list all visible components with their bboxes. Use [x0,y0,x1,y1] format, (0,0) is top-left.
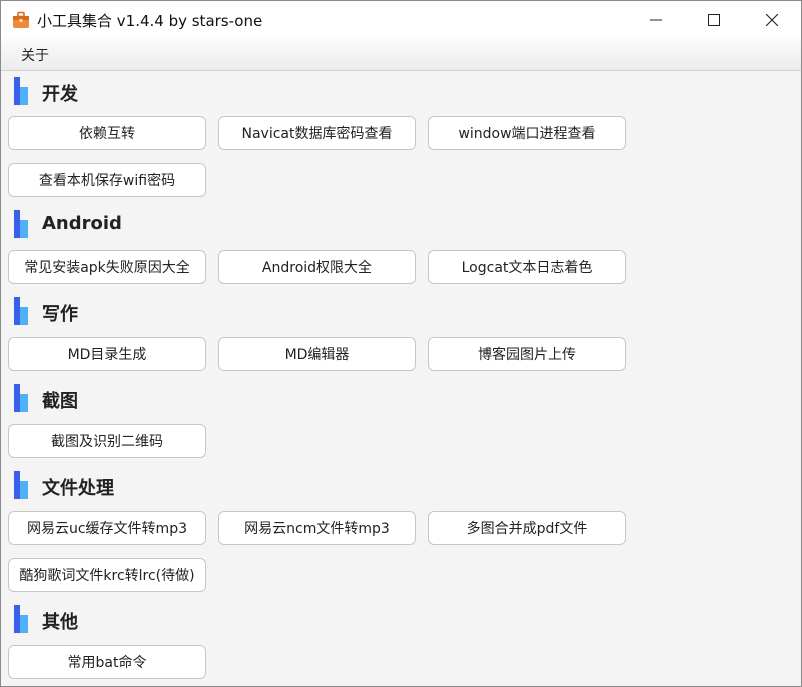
tool-button[interactable]: 网易云uc缓存文件转mp3 [8,511,206,545]
section-title: Android [42,213,122,234]
tool-button[interactable]: window端口进程查看 [428,116,626,150]
section-bar-icon [14,471,28,499]
close-icon [766,14,778,26]
section-bar-icon [14,210,28,238]
menu-about[interactable]: 关于 [15,45,55,65]
maximize-button[interactable] [685,1,743,39]
tool-button[interactable]: 常见安装apk失败原因大全 [8,250,206,284]
menu-bar: 关于 [1,39,801,71]
tool-button[interactable]: MD目录生成 [8,337,206,371]
section-bar-icon [14,77,28,105]
app-window: 小工具集合 v1.4.4 by stars-one 关于 开发 依赖互转 Nav… [0,0,802,687]
maximize-icon [708,14,720,26]
tool-button[interactable]: 常用bat命令 [8,645,206,679]
window-title: 小工具集合 v1.4.4 by stars-one [37,12,263,30]
toolbox-icon [12,11,30,29]
tool-button[interactable]: 网易云ncm文件转mp3 [218,511,416,545]
tool-button[interactable]: 多图合并成pdf文件 [428,511,626,545]
section-bar-icon [14,297,28,325]
minimize-icon [650,19,662,21]
section-title: 写作 [42,304,78,325]
section-bar-icon [14,605,28,633]
tool-button[interactable]: Android权限大全 [218,250,416,284]
section-bar-icon [14,384,28,412]
section-title: 文件处理 [42,478,114,499]
close-button[interactable] [743,1,801,39]
tool-button[interactable]: Navicat数据库密码查看 [218,116,416,150]
tool-button[interactable]: 依赖互转 [8,116,206,150]
tool-button[interactable]: 酷狗歌词文件krc转lrc(待做) [8,558,206,592]
tool-button[interactable]: MD编辑器 [218,337,416,371]
section-title: 开发 [42,84,78,105]
tool-button[interactable]: 博客园图片上传 [428,337,626,371]
tool-button[interactable]: Logcat文本日志着色 [428,250,626,284]
minimize-button[interactable] [627,1,685,39]
section-title: 截图 [42,391,78,412]
tool-button[interactable]: 截图及识别二维码 [8,424,206,458]
tool-button[interactable]: 查看本机保存wifi密码 [8,163,206,197]
title-bar[interactable]: 小工具集合 v1.4.4 by stars-one [1,1,801,39]
section-title: 其他 [42,612,78,633]
